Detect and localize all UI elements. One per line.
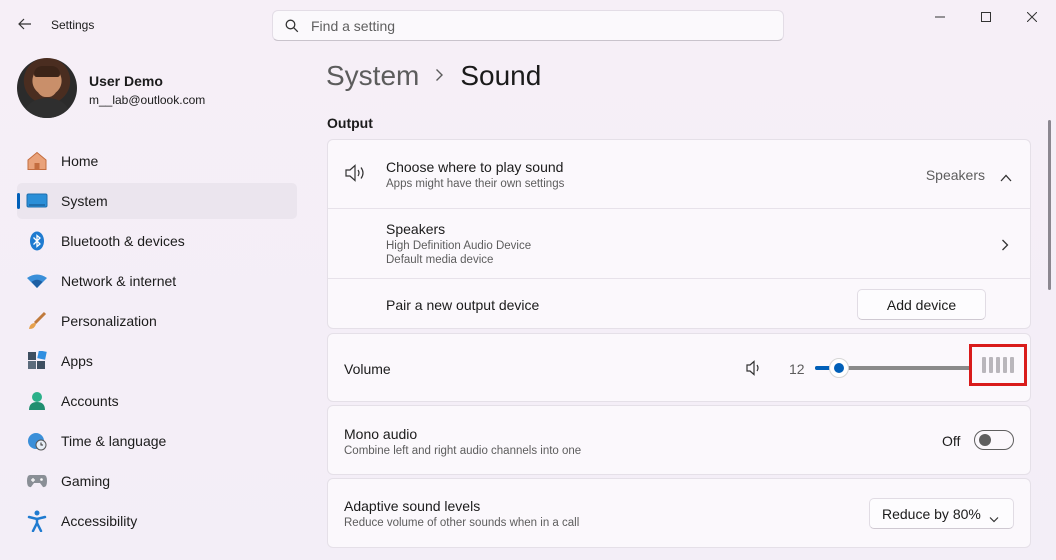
sidebar-item-label: Time & language: [61, 433, 167, 449]
speakers-device-line1: High Definition Audio Device: [386, 240, 532, 252]
volume-value: 12: [789, 361, 805, 377]
home-icon: [26, 150, 48, 172]
brush-icon: [26, 310, 48, 332]
back-arrow-icon: [18, 17, 32, 35]
pair-device-row: Pair a new output device Add device: [328, 279, 1030, 329]
output-card: Choose where to play sound Apps might ha…: [327, 139, 1031, 329]
mono-audio-subtitle: Combine left and right audio channels in…: [344, 445, 582, 457]
chevron-up-icon[interactable]: [1000, 169, 1012, 187]
settings-window: Settings User Demo m__lab@outlook.com: [0, 0, 1056, 560]
sidebar-item-gaming[interactable]: Gaming: [17, 463, 297, 499]
search-icon: [273, 19, 311, 33]
chevron-down-icon: [989, 510, 999, 526]
choose-output-subtitle: Apps might have their own settings: [386, 178, 565, 190]
sidebar-item-system[interactable]: System: [17, 183, 297, 219]
volume-speaker-icon[interactable]: [746, 360, 762, 381]
sidebar-item-label: Gaming: [61, 473, 111, 489]
choose-output-title: Choose where to play sound: [386, 159, 564, 175]
user-name: User Demo: [89, 73, 163, 89]
breadcrumb-parent[interactable]: System: [326, 60, 419, 92]
sidebar-item-label: Accounts: [61, 393, 119, 409]
clock-globe-icon: [26, 430, 48, 452]
adaptive-sound-dropdown[interactable]: Reduce by 80%: [869, 498, 1014, 529]
sidebar-item-accounts[interactable]: Accounts: [17, 383, 297, 419]
sidebar-nav: Home System Bluetooth & devices Network …: [17, 143, 297, 543]
choose-output-row[interactable]: Choose where to play sound Apps might ha…: [328, 140, 1030, 209]
close-button[interactable]: [1009, 6, 1055, 30]
volume-label: Volume: [344, 361, 391, 377]
speakers-device-line2: Default media device: [386, 254, 494, 266]
mono-audio-state: Off: [942, 433, 961, 449]
speakers-device-title: Speakers: [386, 221, 446, 237]
sidebar-item-label: Personalization: [61, 313, 157, 329]
drag-handle-icon: [982, 357, 1014, 373]
sidebar-item-personalization[interactable]: Personalization: [17, 303, 297, 339]
highlighted-volume-grip[interactable]: [969, 344, 1027, 386]
sidebar-item-network[interactable]: Network & internet: [17, 263, 297, 299]
apps-icon: [26, 350, 48, 372]
sidebar-item-label: System: [61, 193, 108, 209]
maximize-button[interactable]: [963, 6, 1009, 30]
page-title: Sound: [460, 60, 542, 91]
sidebar-item-label: Home: [61, 153, 99, 169]
title-bar: Settings: [0, 0, 1056, 50]
selected-output-value: Speakers: [925, 167, 985, 183]
sidebar-item-bluetooth[interactable]: Bluetooth & devices: [17, 223, 297, 259]
chevron-right-icon: [435, 66, 444, 87]
bluetooth-icon: [26, 230, 48, 252]
minimize-icon: [935, 9, 945, 27]
minimize-button[interactable]: [917, 6, 963, 30]
mono-audio-card: Mono audio Combine left and right audio …: [327, 405, 1031, 475]
adaptive-sound-title: Adaptive sound levels: [344, 498, 481, 514]
user-email: m__lab@outlook.com: [89, 93, 206, 107]
search-input[interactable]: [311, 17, 783, 34]
volume-slider-thumb[interactable]: [829, 358, 849, 378]
adaptive-sound-subtitle: Reduce volume of other sounds when in a …: [344, 517, 580, 529]
sidebar-item-apps[interactable]: Apps: [17, 343, 297, 379]
avatar: [17, 58, 77, 118]
sidebar-item-accessibility[interactable]: Accessibility: [17, 503, 297, 539]
search-box[interactable]: [272, 10, 784, 41]
app-title: Settings: [51, 18, 95, 32]
system-icon: [26, 190, 48, 212]
back-button[interactable]: [10, 12, 40, 40]
sidebar-item-label: Network & internet: [61, 273, 177, 289]
sidebar-item-label: Bluetooth & devices: [61, 233, 185, 249]
adaptive-sound-selected: Reduce by 80%: [882, 505, 981, 522]
speakers-device-row[interactable]: Speakers High Definition Audio Device De…: [328, 209, 1030, 279]
wifi-icon: [26, 270, 48, 292]
section-title-output: Output: [327, 115, 373, 131]
scrollbar[interactable]: [1048, 120, 1051, 290]
accounts-icon: [26, 390, 48, 412]
mono-audio-toggle[interactable]: [974, 430, 1014, 450]
add-device-button[interactable]: Add device: [857, 289, 986, 320]
sidebar-item-home[interactable]: Home: [17, 143, 297, 179]
breadcrumb: System Sound: [326, 60, 541, 92]
user-profile[interactable]: User Demo m__lab@outlook.com: [17, 58, 297, 120]
speaker-icon: [345, 164, 367, 187]
gamepad-icon: [26, 470, 48, 492]
close-icon: [1026, 9, 1038, 27]
accessibility-icon: [26, 510, 48, 532]
maximize-icon: [981, 9, 991, 27]
chevron-right-icon: [1001, 238, 1009, 256]
pair-device-title: Pair a new output device: [386, 297, 540, 313]
sidebar-item-label: Apps: [61, 353, 93, 369]
mono-audio-title: Mono audio: [344, 426, 418, 442]
sidebar-item-time-language[interactable]: Time & language: [17, 423, 297, 459]
adaptive-sound-card: Adaptive sound levels Reduce volume of o…: [327, 478, 1031, 548]
sidebar-item-label: Accessibility: [61, 513, 138, 529]
